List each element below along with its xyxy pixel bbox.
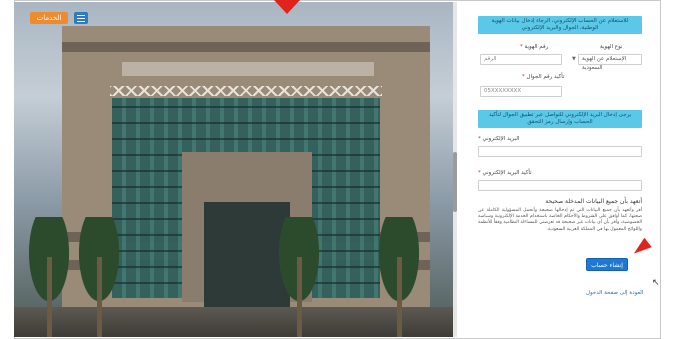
annotation-arrow-icon [274, 0, 300, 14]
email-confirm-input[interactable] [478, 180, 642, 191]
create-account-button[interactable]: إنشاء حساب [586, 258, 628, 271]
annotation-arrow-icon [630, 237, 652, 259]
mobile-label: تأكيد رقم الجوال [526, 74, 565, 80]
info-banner-mid: يرجى إدخال البريد الإلكتروني للتواصل عبر… [478, 110, 642, 128]
vertical-scrollbar[interactable] [453, 2, 457, 337]
building-photo: الخدمات [14, 2, 454, 337]
building-sign [122, 62, 374, 76]
chevron-down-icon: ▼ [572, 56, 576, 62]
mobile-input[interactable]: 05XXXXXXXX [480, 86, 562, 97]
palm-tree [364, 217, 434, 337]
back-to-login-link[interactable]: العودة إلى صفحة الدخول [586, 290, 643, 296]
email-label: البريد الإلكتروني [482, 136, 520, 142]
id-type-label: نوع الهوية [600, 44, 623, 50]
palm-tree [264, 217, 334, 337]
info-banner-top: للاستعلام عن الحساب الإلكتروني، الرجاء إ… [478, 16, 642, 34]
id-number-label: رقم الهوية [524, 44, 549, 50]
registration-form: للاستعلام عن الحساب الإلكتروني، الرجاء إ… [478, 16, 660, 296]
id-number-input[interactable]: الرقم [480, 54, 562, 65]
palm-tree [64, 217, 134, 337]
services-button[interactable]: الخدمات [30, 12, 68, 24]
scrollbar-thumb[interactable] [453, 152, 457, 212]
email-confirm-label: تأكيد البريد الإلكتروني [482, 170, 532, 176]
terms-body: أقر وأتعهد بأن جميع البيانات التي تم إدخ… [478, 208, 642, 232]
email-input[interactable] [478, 146, 642, 157]
hamburger-menu-icon[interactable] [74, 12, 88, 24]
cursor-icon: ↖ [652, 278, 660, 288]
id-type-select[interactable]: الإستعلام عن الهوية السعودية [578, 54, 642, 71]
terms-title[interactable]: أتعهد بأن جميع البيانات المدخلة صحيحة [478, 198, 642, 205]
